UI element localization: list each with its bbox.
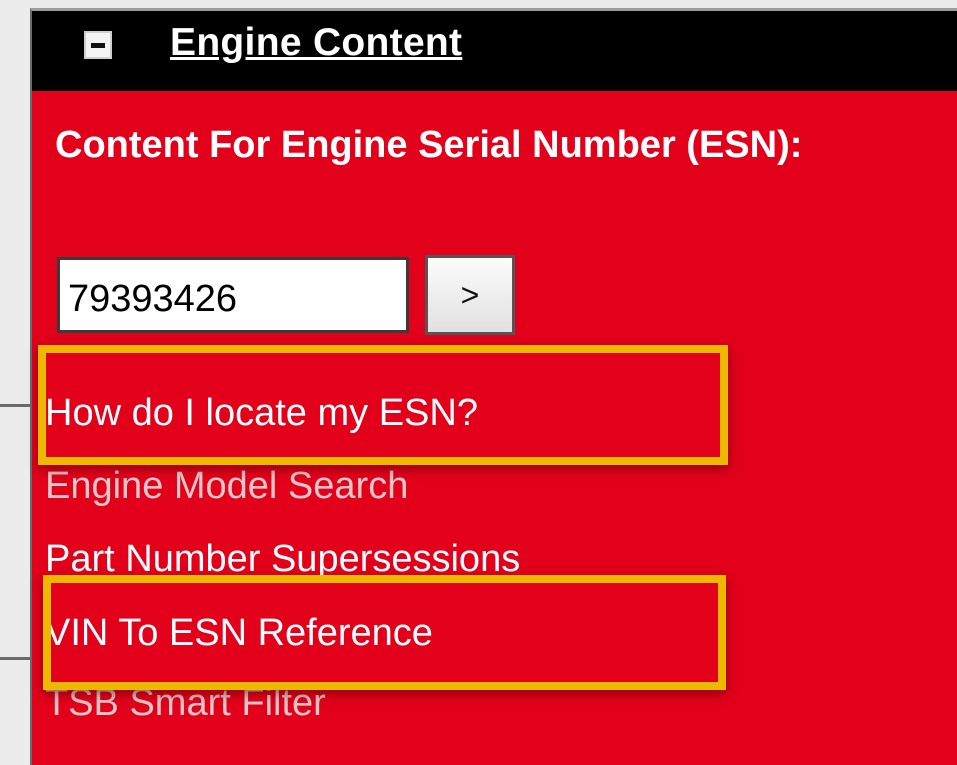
- link-engine-model-search[interactable]: Engine Model Search: [45, 465, 408, 508]
- panel-header: Engine Content: [32, 11, 957, 91]
- highlight-box-locate-esn: [38, 345, 728, 465]
- panel-title-link[interactable]: Engine Content: [170, 21, 462, 65]
- highlight-box-vin-to-esn: [43, 575, 726, 690]
- esn-go-button[interactable]: >: [425, 255, 515, 335]
- screenshot-stage: Engine Content Content For Engine Serial…: [0, 0, 957, 765]
- esn-field-label: Content For Engine Serial Number (ESN):: [55, 124, 803, 166]
- collapse-minus-icon[interactable]: [84, 31, 112, 59]
- esn-input[interactable]: [57, 257, 409, 333]
